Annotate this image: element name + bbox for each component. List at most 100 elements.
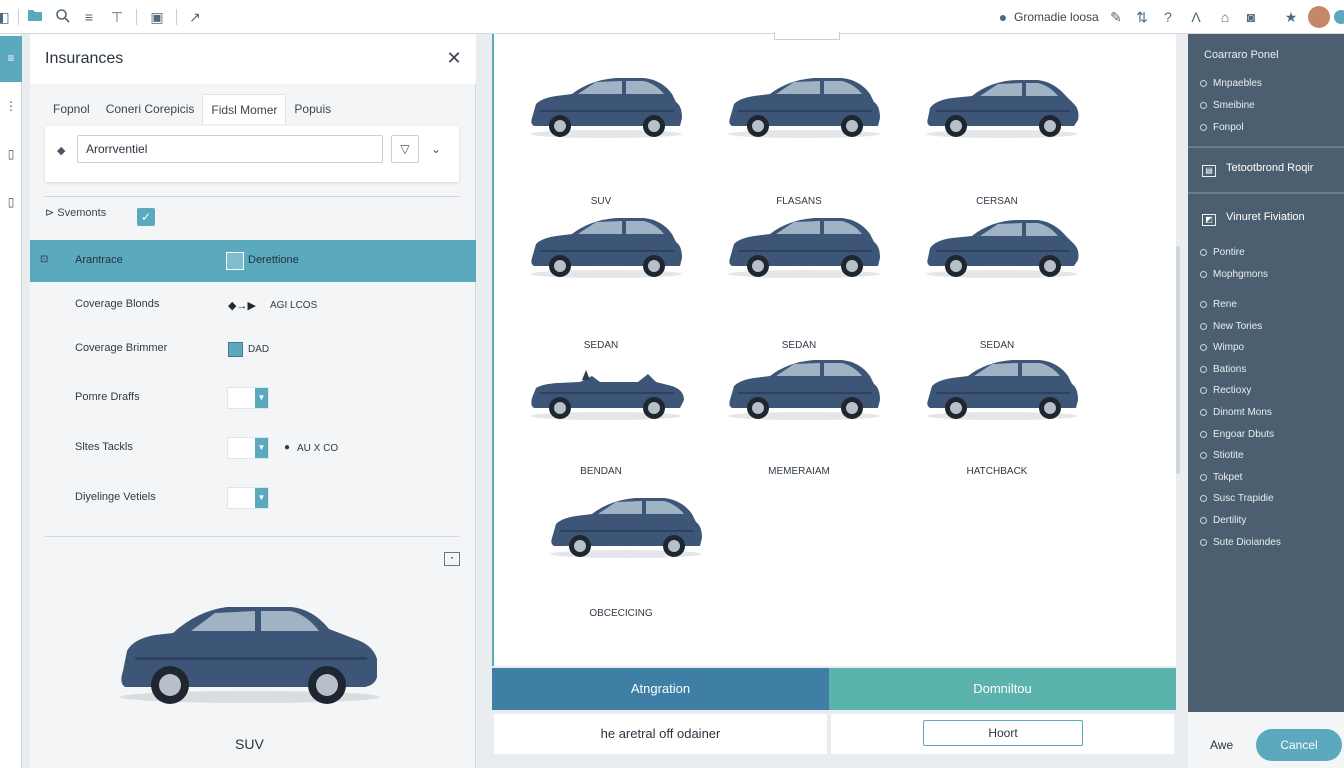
- text-icon[interactable]: ⊤: [108, 8, 126, 26]
- expand-icon[interactable]: ▪: [444, 552, 460, 566]
- tab-fidsl-momer[interactable]: Fidsl Momer: [202, 94, 287, 124]
- car-option-sedan[interactable]: SEDAN: [516, 214, 686, 351]
- radio-icon: [1200, 387, 1207, 395]
- coverage-option[interactable]: Rectioxy: [1200, 385, 1251, 401]
- coverage-option[interactable]: Sute Dioiandes: [1200, 537, 1281, 553]
- car-option-bendan[interactable]: BENDAN: [516, 356, 686, 477]
- awe-link[interactable]: Awe: [1210, 738, 1233, 752]
- coverage-panel-title: Coarraro Ponel: [1204, 49, 1279, 61]
- coverage-option[interactable]: Stiotite: [1200, 450, 1244, 466]
- radio-icon: [1200, 344, 1207, 352]
- row-checkbox[interactable]: [226, 252, 244, 270]
- domniltou-button[interactable]: Domniltou: [829, 668, 1176, 710]
- chevron-down-icon: ▼: [255, 388, 268, 408]
- section-head-vinuret[interactable]: ◩ Vinuret Fiviation: [1202, 211, 1305, 226]
- cancel-button[interactable]: Cancel: [1256, 729, 1342, 761]
- coverage-option[interactable]: Wimpo: [1200, 342, 1244, 358]
- file-icon[interactable]: ▯: [3, 194, 19, 210]
- search-card: ◆ ▽ ⌄: [45, 126, 459, 182]
- help-icon[interactable]: ?: [1159, 8, 1177, 26]
- car-option-sedan[interactable]: SEDAN: [912, 214, 1082, 351]
- avatar[interactable]: [1308, 6, 1330, 28]
- coverage-option[interactable]: Fonpol: [1200, 122, 1244, 138]
- car-label: CERSAN: [976, 196, 1018, 207]
- field-select[interactable]: ▼: [227, 437, 269, 459]
- pin-icon: ●: [284, 442, 291, 453]
- print-icon[interactable]: ⌂: [1216, 8, 1234, 26]
- car-image: [530, 370, 684, 420]
- coverage-option[interactable]: Mnpaebles: [1200, 78, 1262, 94]
- field-label: Sltes Tackls: [75, 441, 133, 453]
- tab-coneri-corepicis[interactable]: Coneri Corepicis: [98, 94, 203, 124]
- car-option-suv[interactable]: SUV: [516, 74, 686, 207]
- scrollbar[interactable]: [1176, 246, 1180, 474]
- camera-icon[interactable]: ◙: [1242, 8, 1260, 26]
- image-icon[interactable]: ▣: [148, 8, 166, 26]
- car-label: SEDAN: [979, 340, 1015, 351]
- field-select[interactable]: ▼: [227, 487, 269, 509]
- top-toolbar: ◧ ≡ ⊤ ▣ ↗ ● Gromadie loosa ✎ ⇅ ? Λ ⌂ ◙ ★: [0, 0, 1344, 34]
- panel-tabs: Fopnol Coneri Corepicis Fidsl Momer Popu…: [45, 94, 339, 124]
- arrow-icon[interactable]: ↗: [186, 8, 204, 26]
- radio-icon: [1200, 430, 1207, 438]
- gallery-handle[interactable]: [774, 32, 840, 40]
- car-option-memeraiam[interactable]: MEMERAIAM: [714, 356, 884, 477]
- search-icon[interactable]: [54, 8, 72, 26]
- tools-icon[interactable]: ✎: [1107, 8, 1125, 26]
- back-icon[interactable]: ◧: [0, 8, 12, 26]
- divider: [45, 536, 459, 537]
- insurances-panel: Insurances ✕ Fopnol Coneri Corepicis Fid…: [30, 34, 476, 768]
- folder-icon[interactable]: [26, 8, 44, 26]
- hoort-button[interactable]: Hoort: [923, 720, 1083, 746]
- field-label: Coverage Blonds: [75, 298, 160, 310]
- chevron-down-icon[interactable]: ⌄: [425, 135, 447, 163]
- font-icon[interactable]: Λ: [1187, 8, 1205, 26]
- coverage-option[interactable]: Mophgmons: [1200, 269, 1268, 285]
- toolbar-divider: [136, 9, 137, 25]
- settings-icon[interactable]: [1334, 10, 1344, 24]
- coverage-option[interactable]: Bations: [1200, 364, 1246, 380]
- car-option-sedan[interactable]: SEDAN: [714, 214, 884, 351]
- shield-icon[interactable]: ▽: [391, 135, 419, 163]
- tab-fopnol[interactable]: Fopnol: [45, 94, 98, 124]
- doc-icon[interactable]: ▯: [3, 146, 19, 162]
- coverage-option[interactable]: Smeibine: [1200, 100, 1255, 116]
- car-image: [550, 498, 702, 558]
- location-pin-icon: ◆: [57, 145, 66, 157]
- car-option-obcecicing[interactable]: OBCECICING: [536, 494, 706, 619]
- star-icon[interactable]: ★: [1282, 8, 1300, 26]
- coverage-option[interactable]: Tokpet: [1200, 472, 1242, 488]
- arrows-icon[interactable]: ◆→▶: [228, 299, 256, 312]
- car-option-flasans[interactable]: FLASANS: [714, 74, 884, 207]
- option-label: Tokpet: [1213, 471, 1243, 483]
- sort-icon[interactable]: ⇅: [1133, 8, 1151, 26]
- car-label: MEMERAIAM: [768, 466, 830, 477]
- globe-icon[interactable]: ●: [994, 8, 1012, 26]
- car-image: [728, 218, 880, 278]
- coverage-option[interactable]: Engoar Dbuts: [1200, 429, 1274, 445]
- car-option-cersan[interactable]: CERSAN: [912, 74, 1082, 207]
- field-select[interactable]: ▼: [227, 387, 269, 409]
- coverage-option[interactable]: Susc Trapidie: [1200, 493, 1274, 509]
- color-swatch[interactable]: [228, 342, 243, 357]
- coverage-option[interactable]: Dertility: [1200, 515, 1246, 531]
- chevron-down-icon: ▼: [255, 438, 268, 458]
- menu-icon[interactable]: ≡: [3, 50, 19, 66]
- coverage-option[interactable]: Dinomt Mons: [1200, 407, 1272, 423]
- list-icon[interactable]: ⋮: [3, 98, 19, 114]
- close-icon[interactable]: ✕: [444, 48, 464, 68]
- car-option-hatchback[interactable]: HATCHBACK: [912, 356, 1082, 477]
- coverage-option[interactable]: Rene: [1200, 299, 1237, 315]
- filter-icon[interactable]: ≡: [80, 8, 98, 26]
- section-checkbox[interactable]: ✓: [137, 208, 155, 226]
- option-label: Rectioxy: [1213, 385, 1252, 397]
- coverage-option[interactable]: Pontire: [1200, 247, 1245, 263]
- radio-icon: [1200, 452, 1207, 460]
- coverage-option[interactable]: New Tories: [1200, 321, 1262, 337]
- search-input[interactable]: [77, 135, 383, 163]
- section-head-technical[interactable]: ▤ Tetootbrond Roqir: [1202, 162, 1313, 177]
- highlighted-row[interactable]: ⊡ Arantrace Derettione: [30, 240, 476, 282]
- option-label: Wimpo: [1213, 342, 1245, 354]
- tab-popuis[interactable]: Popuis: [286, 94, 339, 124]
- integration-button[interactable]: Atngration: [492, 668, 829, 710]
